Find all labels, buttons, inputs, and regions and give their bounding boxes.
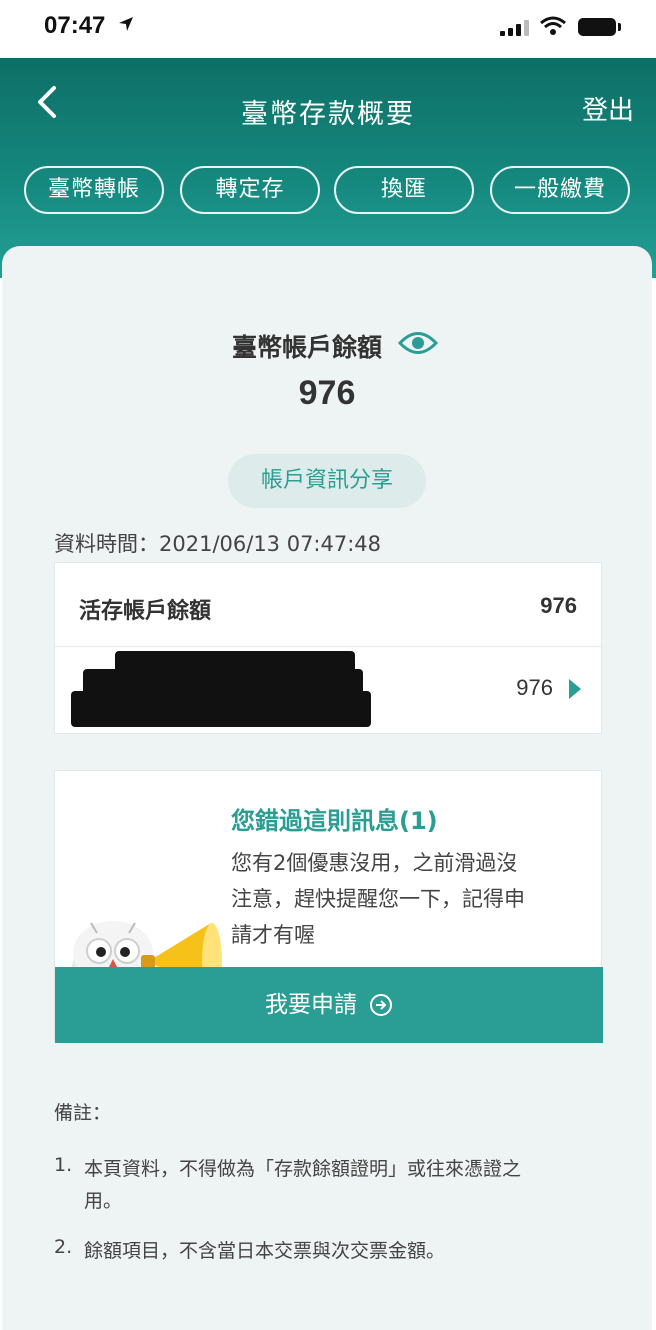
promo-text-line: 您有2個優惠沒用，之前滑過沒 xyxy=(231,851,518,875)
balance-title: 臺幣帳戶餘額 xyxy=(231,333,382,362)
account-balance-value: 976 xyxy=(516,675,553,700)
app-header: 臺幣存款概要 登出 臺幣轉帳 轉定存 換匯 一般繳費 xyxy=(0,58,656,278)
redaction-bar xyxy=(71,691,371,727)
apply-button[interactable]: 我要申請 xyxy=(55,967,603,1043)
share-account-info-button[interactable]: 帳戶資訊分享 xyxy=(228,454,426,508)
quick-action-payment[interactable]: 一般繳費 xyxy=(490,166,630,214)
apply-button-label: 我要申請 xyxy=(265,992,357,1018)
battery-icon xyxy=(578,18,621,36)
note-text: 用。 xyxy=(84,1190,123,1212)
location-arrow-icon xyxy=(119,17,133,31)
status-bar: 07:47 xyxy=(0,0,656,58)
note-number: 1. xyxy=(54,1154,73,1176)
account-header-row: 活存帳戶餘額 976 xyxy=(55,563,603,647)
wifi-icon xyxy=(540,16,566,35)
note-text: 本頁資料，不得做為「存款餘額證明」或往來憑證之 xyxy=(84,1158,522,1180)
cellular-signal-icon xyxy=(500,20,529,36)
data-timestamp: 資料時間：2021/06/13 07:47:48 xyxy=(54,532,382,556)
chevron-right-icon xyxy=(569,679,581,699)
promo-title: 您錯過這則訊息(1) xyxy=(231,807,438,835)
arrow-circle-right-icon xyxy=(370,994,392,1016)
account-balance-box: 活存帳戶餘額 976 976 xyxy=(54,562,603,735)
page-title: 臺幣存款概要 xyxy=(241,99,415,130)
current-account-label: 活存帳戶餘額 xyxy=(79,599,212,624)
eye-icon[interactable] xyxy=(398,330,438,356)
note-text: 餘額項目，不含當日本交票與次交票金額。 xyxy=(84,1240,446,1262)
current-account-total: 976 xyxy=(540,593,577,618)
balance-value: 976 xyxy=(298,374,356,412)
status-time: 07:47 xyxy=(44,12,106,39)
promo-text-line: 注意，趕快提醒您一下，記得申 xyxy=(231,887,525,911)
promo-text-line: 請才有喔 xyxy=(231,923,315,947)
account-row[interactable]: 976 xyxy=(55,647,603,735)
logout-button[interactable]: 登出 xyxy=(582,90,634,127)
promo-card: 您錯過這則訊息(1) 您有2個優惠沒用，之前滑過沒 注意，趕快提醒您一下，記得申… xyxy=(54,770,603,1043)
quick-action-time-deposit[interactable]: 轉定存 xyxy=(180,166,320,214)
quick-action-transfer[interactable]: 臺幣轉帳 xyxy=(24,166,164,214)
notes-title: 備註： xyxy=(54,1102,112,1124)
summary-card: 臺幣帳戶餘額 976 帳戶資訊分享 資料時間：2021/06/13 07:47:… xyxy=(2,246,652,1330)
quick-action-exchange[interactable]: 換匯 xyxy=(334,166,474,214)
note-number: 2. xyxy=(54,1236,73,1258)
